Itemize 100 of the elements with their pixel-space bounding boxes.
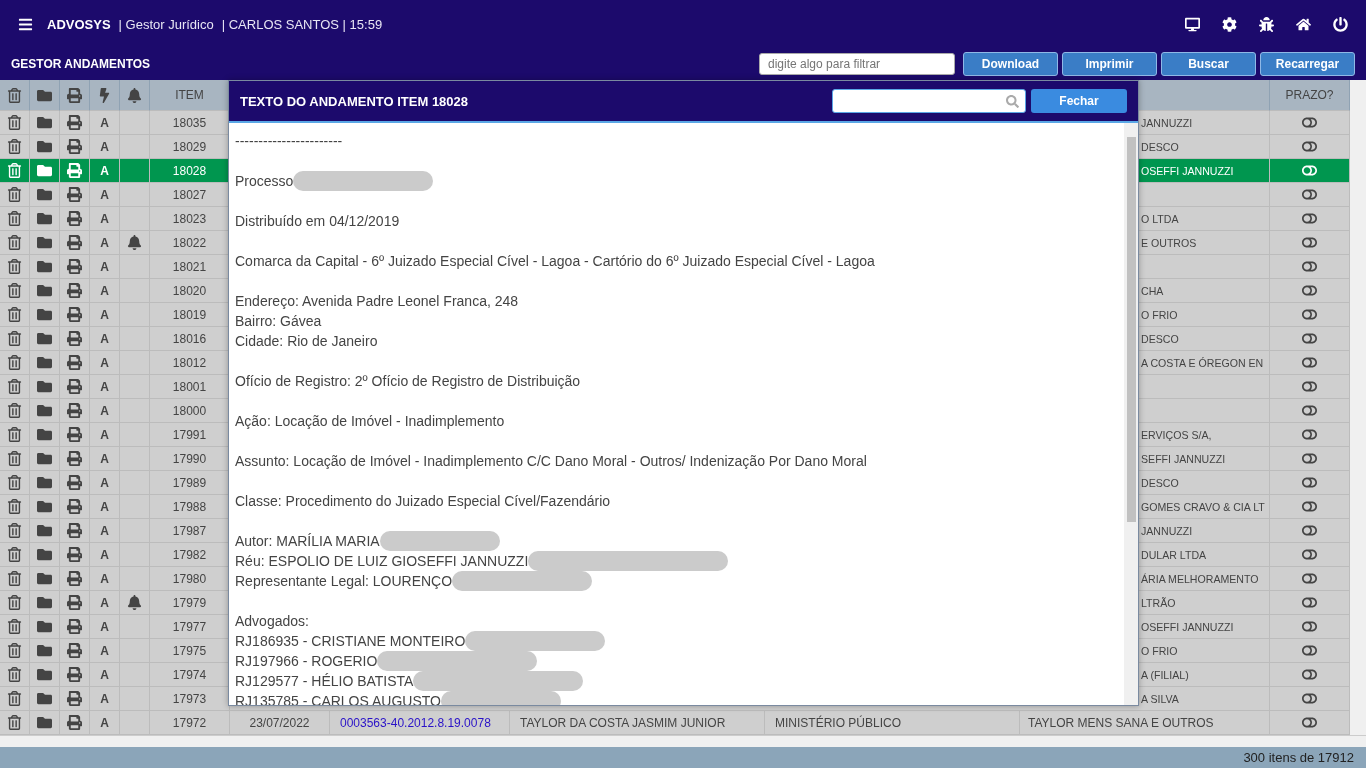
toolbar-button[interactable]: Buscar [1161, 52, 1256, 76]
folder-icon[interactable] [37, 307, 52, 322]
folder-icon[interactable] [37, 235, 52, 250]
toggle-icon[interactable] [1302, 283, 1317, 298]
toggle-icon[interactable] [1302, 211, 1317, 226]
home-icon[interactable] [1296, 16, 1311, 32]
action-letter[interactable]: A [100, 115, 109, 130]
toggle-icon[interactable] [1302, 427, 1317, 442]
toggle-icon[interactable] [1302, 163, 1317, 178]
scrollbar[interactable] [1124, 123, 1138, 705]
bug-icon[interactable] [1259, 16, 1274, 32]
folder-icon[interactable] [37, 691, 52, 706]
print-icon[interactable] [67, 595, 82, 610]
action-letter[interactable]: A [100, 283, 109, 298]
toggle-icon[interactable] [1302, 619, 1317, 634]
print-icon[interactable] [67, 715, 82, 730]
folder-icon[interactable] [37, 403, 52, 418]
delete-icon[interactable] [7, 715, 22, 730]
folder-icon[interactable] [37, 283, 52, 298]
toggle-icon[interactable] [1302, 691, 1317, 706]
folder-icon[interactable] [37, 499, 52, 514]
process-link[interactable]: 0003563-40.2012.8.19.0078 [340, 715, 491, 730]
print-icon[interactable] [67, 211, 82, 226]
toggle-icon[interactable] [1302, 667, 1317, 682]
delete-icon[interactable] [7, 403, 22, 418]
toggle-icon[interactable] [1302, 499, 1317, 514]
toggle-icon[interactable] [1302, 139, 1317, 154]
print-icon[interactable] [67, 115, 82, 130]
print-icon[interactable] [67, 523, 82, 538]
delete-icon[interactable] [7, 475, 22, 490]
delete-icon[interactable] [7, 691, 22, 706]
print-icon[interactable] [67, 547, 82, 562]
folder-icon[interactable] [37, 115, 52, 130]
folder-icon[interactable] [37, 331, 52, 346]
action-letter[interactable]: A [100, 547, 109, 562]
folder-icon[interactable] [37, 259, 52, 274]
delete-icon[interactable] [7, 667, 22, 682]
delete-icon[interactable] [7, 619, 22, 634]
toggle-icon[interactable] [1302, 595, 1317, 610]
delete-icon[interactable] [7, 547, 22, 562]
action-letter[interactable]: A [100, 595, 109, 610]
folder-icon[interactable] [37, 643, 52, 658]
toggle-icon[interactable] [1302, 523, 1317, 538]
action-letter[interactable]: A [100, 235, 109, 250]
toggle-icon[interactable] [1302, 403, 1317, 418]
print-icon[interactable] [67, 379, 82, 394]
folder-icon[interactable] [37, 355, 52, 370]
action-letter[interactable]: A [100, 139, 109, 154]
power-icon[interactable] [1333, 16, 1348, 32]
filter-field[interactable]: digite algo para filtrar [759, 53, 955, 75]
toggle-icon[interactable] [1302, 307, 1317, 322]
action-letter[interactable]: A [100, 307, 109, 322]
delete-icon[interactable] [7, 331, 22, 346]
action-letter[interactable]: A [100, 691, 109, 706]
monitor-icon[interactable] [1185, 16, 1200, 32]
toolbar-button[interactable]: Download [963, 52, 1058, 76]
print-icon[interactable] [67, 403, 82, 418]
delete-icon[interactable] [7, 451, 22, 466]
action-letter[interactable]: A [100, 163, 109, 178]
menu-icon[interactable] [18, 16, 33, 32]
action-letter[interactable]: A [100, 571, 109, 586]
print-icon[interactable] [67, 475, 82, 490]
folder-icon[interactable] [37, 379, 52, 394]
scrollbar[interactable] [0, 735, 1366, 747]
print-icon[interactable] [67, 307, 82, 322]
toggle-icon[interactable] [1302, 379, 1317, 394]
action-letter[interactable]: A [100, 499, 109, 514]
action-letter[interactable]: A [100, 331, 109, 346]
delete-icon[interactable] [7, 499, 22, 514]
toggle-icon[interactable] [1302, 259, 1317, 274]
folder-icon[interactable] [37, 475, 52, 490]
action-letter[interactable]: A [100, 715, 109, 730]
print-icon[interactable] [67, 139, 82, 154]
delete-icon[interactable] [7, 259, 22, 274]
delete-icon[interactable] [7, 379, 22, 394]
print-icon[interactable] [67, 643, 82, 658]
folder-icon[interactable] [37, 547, 52, 562]
toggle-icon[interactable] [1302, 187, 1317, 202]
toolbar-button[interactable]: Imprimir [1062, 52, 1157, 76]
delete-icon[interactable] [7, 115, 22, 130]
action-letter[interactable]: A [100, 523, 109, 538]
toggle-icon[interactable] [1302, 331, 1317, 346]
folder-icon[interactable] [37, 523, 52, 538]
action-letter[interactable]: A [100, 403, 109, 418]
action-letter[interactable]: A [100, 427, 109, 442]
toolbar-button[interactable]: Recarregar [1260, 52, 1355, 76]
action-letter[interactable]: A [100, 259, 109, 274]
scrollbar[interactable] [1350, 80, 1366, 735]
delete-icon[interactable] [7, 571, 22, 586]
folder-icon[interactable] [37, 139, 52, 154]
print-icon[interactable] [67, 163, 82, 178]
delete-icon[interactable] [7, 307, 22, 322]
print-icon[interactable] [67, 235, 82, 250]
print-icon[interactable] [67, 259, 82, 274]
folder-icon[interactable] [37, 595, 52, 610]
print-icon[interactable] [67, 499, 82, 514]
toggle-icon[interactable] [1302, 475, 1317, 490]
search-field[interactable] [832, 89, 1026, 113]
delete-icon[interactable] [7, 595, 22, 610]
delete-icon[interactable] [7, 211, 22, 226]
